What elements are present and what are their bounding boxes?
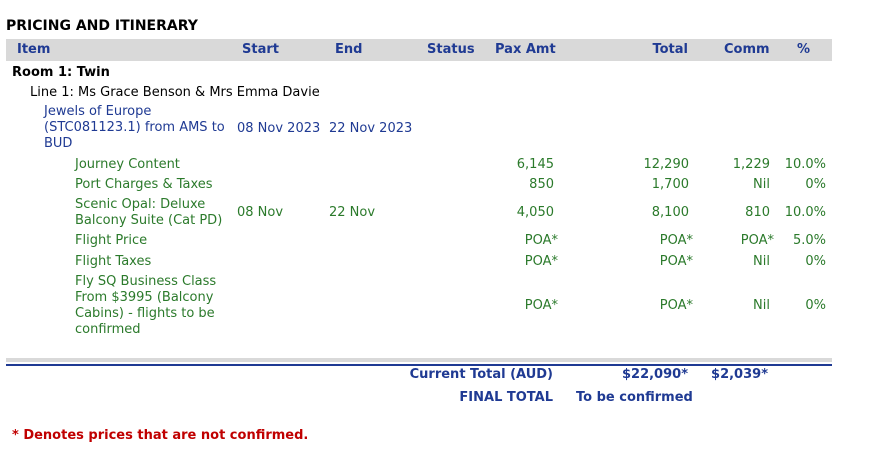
- current-commission-value: $2,039*: [711, 367, 768, 382]
- column-header-end: End: [335, 42, 363, 57]
- row-percent: 0%: [805, 177, 826, 192]
- row-item: Journey Content: [75, 157, 180, 172]
- row-percent: 10.0%: [784, 157, 826, 172]
- tour-end-date: 22 Nov 2023: [329, 121, 413, 136]
- row-total: 8,100: [651, 205, 689, 220]
- totals-divider: [6, 358, 832, 362]
- room-label: Room 1: Twin: [12, 65, 110, 80]
- row-item: Flight Taxes: [75, 254, 152, 269]
- row-comm: POA*: [740, 233, 774, 248]
- totals-divider-line: [6, 364, 832, 366]
- column-header-pax-amt: Pax Amt: [495, 42, 556, 57]
- section-title: PRICING AND ITINERARY: [6, 18, 198, 34]
- row-pax-amt: 4,050: [516, 205, 554, 220]
- column-header-item: Item: [17, 42, 51, 57]
- row-comm: Nil: [753, 298, 770, 313]
- row-percent: 0%: [805, 298, 826, 313]
- row-percent: 10.0%: [784, 205, 826, 220]
- row-total: POA*: [659, 254, 693, 269]
- tour-start-date: 08 Nov 2023: [237, 121, 321, 136]
- row-total: 12,290: [643, 157, 690, 172]
- column-header-total: Total: [652, 42, 688, 57]
- row-comm: 810: [745, 205, 770, 220]
- row-item: Scenic Opal: Deluxe Balcony Suite (Cat P…: [75, 197, 223, 228]
- table-header: [6, 39, 832, 61]
- row-percent: 5.0%: [792, 233, 826, 248]
- column-header-status: Status: [427, 42, 475, 57]
- current-total-label: Current Total (AUD): [409, 367, 553, 382]
- row-pax-amt: POA*: [524, 233, 558, 248]
- column-header-comm: Comm: [724, 42, 770, 57]
- row-pax-amt: 850: [529, 177, 554, 192]
- column-header-start: Start: [242, 42, 279, 57]
- row-total: POA*: [659, 233, 693, 248]
- row-start: 08 Nov: [237, 205, 284, 220]
- row-total: POA*: [659, 298, 693, 313]
- row-comm: Nil: [753, 177, 770, 192]
- row-end: 22 Nov: [329, 205, 376, 220]
- final-total-label: FINAL TOTAL: [459, 390, 553, 405]
- row-comm: Nil: [753, 254, 770, 269]
- column-header-percent: %: [797, 42, 811, 57]
- row-comm: 1,229: [732, 157, 770, 172]
- row-item: Flight Price: [75, 233, 148, 248]
- unconfirmed-prices-footnote: * Denotes prices that are not confirmed.: [12, 428, 309, 443]
- row-pax-amt: POA*: [524, 254, 558, 269]
- row-pax-amt: POA*: [524, 298, 558, 313]
- row-percent: 0%: [805, 254, 826, 269]
- row-item: Fly SQ Business Class From $3995 (Balcon…: [75, 274, 217, 337]
- line-label: Line 1: Ms Grace Benson & Mrs Emma Davie: [30, 85, 320, 100]
- final-total-value: To be confirmed: [576, 390, 693, 405]
- row-pax-amt: 6,145: [516, 157, 554, 172]
- current-total-value: $22,090*: [621, 367, 688, 382]
- row-item: Port Charges & Taxes: [75, 177, 213, 192]
- tour-name: Jewels of Europe (STC081123.1) from AMS …: [44, 104, 225, 151]
- row-total: 1,700: [651, 177, 689, 192]
